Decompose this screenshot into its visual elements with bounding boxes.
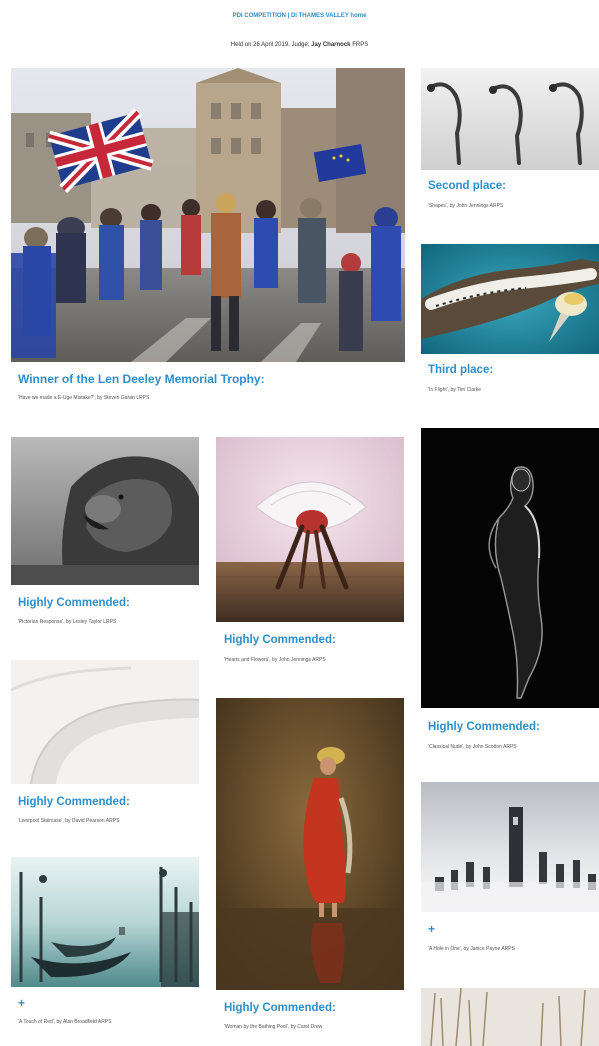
venice-award: + (18, 996, 26, 1010)
held-text: Held on 26 April 2019. Judge: (230, 42, 312, 48)
stones-photo[interactable] (421, 782, 599, 912)
third-image (421, 244, 599, 354)
venice-image (11, 857, 199, 987)
winner-image (11, 68, 405, 362)
staircase-caption: 'Liverpool Staircase', by David Pearson … (18, 818, 120, 824)
winner-photo[interactable] (11, 68, 405, 362)
woman-image (216, 698, 404, 990)
ballet-award: Highly Commended: (224, 634, 336, 646)
lion-image (11, 437, 199, 585)
third-caption: 'In Flight', by Tim Clarke (428, 387, 482, 393)
second-photo[interactable] (421, 68, 599, 170)
judge-name: Jay Charnock (311, 42, 351, 48)
third-award: Third place: (428, 364, 494, 376)
stones-caption: 'A Hole in One', by Janice Payne ARPS (428, 946, 515, 952)
nude-photo[interactable] (421, 428, 599, 708)
woman-caption: 'Woman by the Bathing Pool', by Carol Dr… (224, 1024, 323, 1030)
competition-details: Held on 26 April 2019. Judge: Jay Charno… (0, 42, 599, 48)
nude-award: Highly Commended: (428, 721, 540, 733)
staircase-award: Highly Commended: (18, 796, 130, 808)
second-image (421, 68, 599, 170)
breadcrumb: PDI COMPETITION | DI THAMES VALLEY home (0, 13, 599, 19)
reeds-photo[interactable] (421, 988, 599, 1046)
reeds-image (421, 988, 599, 1046)
second-award: Second place: (428, 180, 506, 192)
competition-link[interactable]: PDI COMPETITION (233, 13, 286, 19)
winner-award: Winner of the Len Deeley Memorial Trophy… (18, 372, 265, 386)
stones-image (421, 782, 599, 912)
nude-image (421, 428, 599, 708)
lion-photo[interactable] (11, 437, 199, 585)
nude-caption: 'Classical Nude', by John Scotton ARPS (428, 744, 517, 750)
staircase-photo[interactable] (11, 660, 199, 784)
venice-photo[interactable] (11, 857, 199, 987)
third-photo[interactable] (421, 244, 599, 354)
staircase-image (11, 660, 199, 784)
winner-caption: 'Have we made a E-Uge Mistake?', by Stev… (18, 395, 150, 401)
woman-award: Highly Commended: (224, 1002, 336, 1014)
stones-award: + (428, 922, 436, 936)
judge-title: FRPS (350, 42, 369, 48)
lion-caption: 'Pictorian Response', by Lesley Taylor L… (18, 619, 117, 625)
home-link[interactable]: DI THAMES VALLEY home (291, 13, 366, 19)
ballet-caption: 'Hearts and Flowers', by John Jennings A… (224, 657, 326, 663)
ballet-image (216, 437, 404, 622)
second-caption: 'Shapes', by John Jennings ARPS (428, 203, 504, 209)
ballet-photo[interactable] (216, 437, 404, 622)
woman-photo[interactable] (216, 698, 404, 990)
lion-award: Highly Commended: (18, 597, 130, 609)
venice-caption: 'A Touch of Red', by Alan Broadfield ARP… (18, 1019, 112, 1025)
